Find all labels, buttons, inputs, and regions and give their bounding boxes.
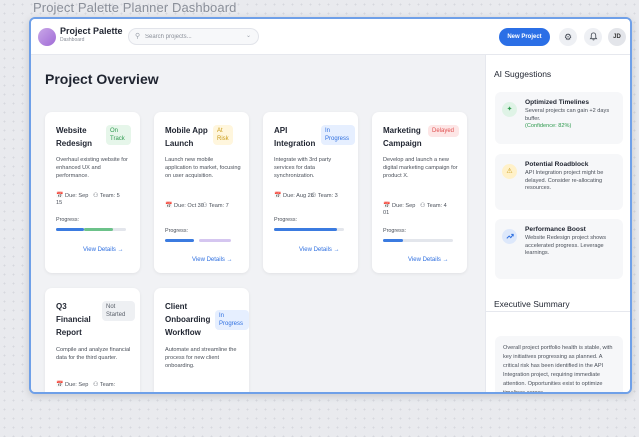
card-description: Launch new mobile application to market,… (165, 157, 241, 179)
divider (486, 311, 630, 312)
avatar[interactable]: JD (608, 28, 626, 46)
brand: Project Palette Dashboard (60, 26, 123, 43)
due-date: 📅 Due: Sep (56, 382, 89, 388)
new-project-button[interactable]: New Project (499, 28, 550, 46)
brand-title: Project Palette (60, 26, 123, 36)
team-count: ⚇ Team: 7 (202, 203, 229, 209)
suggestion-title: Optimized Timelines (525, 99, 589, 106)
calendar-icon: 📅 (383, 203, 391, 209)
suggestion-text: Website Redesign project shows accelerat… (525, 235, 607, 256)
team-count: ⚇ Team: 3 (311, 193, 338, 199)
due-date: 📅 Due: Aug 28 (274, 193, 314, 199)
project-card-website-redesign[interactable]: Website Redesign On Track Overhaul exist… (45, 112, 140, 273)
progress-bar (383, 239, 453, 242)
due-date: 📅 Due: Sep 01 (383, 203, 416, 216)
card-title: Marketing Campaign (383, 126, 422, 148)
ai-suggestions-title: AI Suggestions (494, 69, 552, 79)
progress-label: Progress: (56, 217, 80, 223)
warning-icon: ⚠ (502, 164, 517, 179)
team-icon: ⚇ (93, 193, 99, 199)
team-icon: ⚇ (311, 193, 317, 199)
brand-subtitle: Dashboard (60, 37, 85, 43)
card-title: Client Onboarding Workflow (165, 302, 211, 337)
team-icon: ⚇ (93, 382, 99, 388)
team-count: ⚇ Team: 4 (420, 203, 447, 209)
card-title: Q3 Financial Report (56, 302, 91, 337)
search-input[interactable] (145, 31, 241, 42)
calendar-icon: 📅 (274, 193, 282, 199)
team-count: ⚇ Team: 5 (93, 193, 120, 199)
team-count: ⚇ Team: (93, 382, 116, 388)
card-description: Develop and launch a new digital marketi… (383, 157, 458, 179)
executive-summary-text: Overall project portfolio health is stab… (503, 345, 613, 394)
search-icon: ⚲ (135, 33, 141, 40)
trend-up-icon (502, 229, 517, 244)
logo-icon (38, 28, 56, 46)
status-badge: Not Started (102, 301, 135, 321)
card-title: API Integration (274, 126, 316, 148)
page-caption: Project Palette Planner Dashboard (33, 0, 237, 15)
view-details-link[interactable]: View Details → (192, 257, 233, 263)
project-card-q3-financial-report[interactable]: Q3 Financial Report Not Started Compile … (45, 288, 140, 392)
card-description: Automate and streamline the process for … (165, 347, 237, 369)
status-badge: On Track (106, 125, 131, 145)
calendar-icon: 📅 (165, 203, 173, 209)
project-card-api-integration[interactable]: API Integration In Progress Integrate wi… (263, 112, 358, 273)
chevron-down-icon[interactable]: ⌄ (246, 32, 251, 39)
status-badge: At Risk (213, 125, 233, 145)
calendar-icon: 📅 (56, 193, 64, 199)
project-card-client-onboarding[interactable]: Client Onboarding Workflow In Progress A… (154, 288, 249, 392)
executive-summary-title: Executive Summary (494, 299, 570, 309)
progress-bar (165, 239, 235, 242)
status-badge: Delayed (428, 125, 459, 137)
calendar-icon: 📅 (56, 382, 64, 388)
search-box[interactable]: ⚲ ⌄ (128, 28, 259, 45)
sparkle-icon: ✦ (502, 102, 517, 117)
suggestion-card[interactable]: ✦ Optimized Timelines Several projects c… (495, 92, 623, 144)
status-badge: In Progress (321, 125, 355, 145)
suggestion-text: API Integration project might be delayed… (525, 170, 604, 191)
card-title: Mobile App Launch (165, 126, 208, 148)
suggestion-card[interactable]: Performance Boost Website Redesign proje… (495, 219, 623, 279)
top-header: Project Palette Dashboard ⚲ ⌄ New Projec… (31, 19, 630, 55)
card-description: Compile and analyze financial data for t… (56, 347, 131, 361)
card-description: Integrate with 3rd party services for da… (274, 157, 332, 179)
right-panel: AI Suggestions ✦ Optimized Timelines Sev… (485, 55, 630, 394)
app-window: Project Palette Dashboard ⚲ ⌄ New Projec… (29, 17, 632, 394)
project-card-marketing-campaign[interactable]: Marketing Campaign Delayed Develop and l… (372, 112, 467, 273)
view-details-link[interactable]: View Details → (83, 247, 124, 253)
suggestion-card[interactable]: ⚠ Potential Roadblock API Integration pr… (495, 154, 623, 210)
executive-summary-box: Overall project portfolio health is stab… (495, 336, 623, 394)
suggestion-title: Performance Boost (525, 226, 586, 233)
progress-bar (56, 228, 126, 231)
main-content: Project Overview Website Redesign On Tra… (31, 55, 485, 392)
progress-label: Progress: (383, 228, 407, 234)
card-title: Website Redesign (56, 126, 93, 148)
suggestion-text: Several projects can gain +2 days buffer… (525, 108, 610, 129)
view-details-link[interactable]: View Details → (299, 247, 340, 253)
progress-bar (274, 228, 344, 231)
bell-icon[interactable] (584, 28, 602, 46)
due-date: 📅 Due: Oct 30 (165, 203, 204, 209)
team-icon: ⚇ (420, 203, 426, 209)
status-badge: In Progress (215, 310, 249, 330)
card-description: Overhaul existing website for enhanced U… (56, 157, 128, 179)
suggestion-title: Potential Roadblock (525, 161, 589, 168)
team-icon: ⚇ (202, 203, 208, 209)
project-card-mobile-app-launch[interactable]: Mobile App Launch At Risk Launch new mob… (154, 112, 249, 273)
page-title: Project Overview (45, 71, 159, 87)
progress-label: Progress: (165, 228, 189, 234)
due-date: 📅 Due: Sep 15 (56, 193, 89, 206)
progress-label: Progress: (274, 217, 298, 223)
settings-icon[interactable]: ⚙ (559, 28, 577, 46)
view-details-link[interactable]: View Details → (408, 257, 449, 263)
